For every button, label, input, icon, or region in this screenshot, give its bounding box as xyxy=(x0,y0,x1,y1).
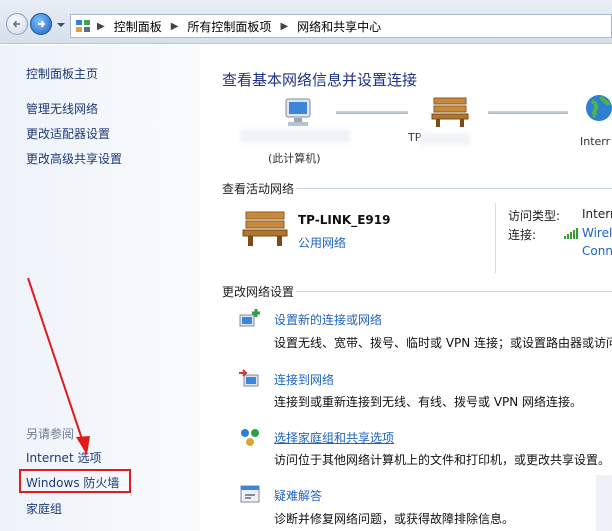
new-connection-icon xyxy=(239,309,260,327)
homegroup-sharing-link[interactable]: 选择家庭组和共享选项 xyxy=(274,429,394,446)
back-button[interactable] xyxy=(6,13,28,35)
breadcrumb-separator: ▶ xyxy=(280,20,289,32)
this-computer-label: (此计算机) xyxy=(268,152,321,165)
blurred-computer-name xyxy=(240,129,350,143)
breadcrumb-item-network-center[interactable]: 网络和共享中心 xyxy=(297,18,381,35)
connection-line xyxy=(488,111,568,114)
main-content: 查看基本网络信息并设置连接 (此计算机) TP Interr 查看活动网络 TP… xyxy=(200,45,612,531)
setup-connection-description: 设置无线、宽带、拨号、临时或 VPN 连接；或设置路由器或访问 xyxy=(274,336,612,350)
computer-icon[interactable] xyxy=(280,97,316,131)
network-bench-icon[interactable] xyxy=(430,95,470,129)
change-settings-heading: 更改网络设置 xyxy=(222,285,295,299)
breadcrumb[interactable]: ▶ 控制面板 ▶ 所有控制面板项 ▶ 网络和共享中心 xyxy=(70,14,612,38)
setup-connection-link[interactable]: 设置新的连接或网络 xyxy=(274,311,382,328)
active-networks-heading: 查看活动网络 xyxy=(222,182,295,196)
access-type-label: 访问类型: xyxy=(508,209,561,223)
breadcrumb-item-control-panel[interactable]: 控制面板 xyxy=(114,18,162,35)
red-arrow-annotation xyxy=(27,277,90,455)
wireless-connection-link[interactable]: Wirel xyxy=(582,226,612,240)
forward-button[interactable] xyxy=(30,13,52,35)
breadcrumb-separator: ▶ xyxy=(170,20,179,32)
left-navigation-pane: 控制面板主页 管理无线网络 更改适配器设置 更改高级共享设置 另请参阅 Inte… xyxy=(0,45,200,531)
address-bar: ▶ 控制面板 ▶ 所有控制面板项 ▶ 网络和共享中心 xyxy=(0,0,612,44)
breadcrumb-item-all-items[interactable]: 所有控制面板项 xyxy=(187,18,271,35)
troubleshoot-link[interactable]: 疑难解答 xyxy=(274,487,322,504)
forward-arrow-icon xyxy=(38,20,46,28)
network-category-link[interactable]: 公用网络 xyxy=(298,234,346,251)
connect-to-network-description: 连接到或重新连接到无线、有线、拨号或 VPN 网络连接。 xyxy=(274,395,583,409)
connect-network-icon xyxy=(239,369,259,387)
recent-pages-icon[interactable] xyxy=(56,20,66,30)
active-network-name: TP-LINK_E919 xyxy=(298,213,391,227)
connect-to-network-link[interactable]: 连接到网络 xyxy=(274,371,334,388)
back-arrow-icon xyxy=(12,20,20,28)
access-type-value: Interr xyxy=(582,207,612,221)
control-panel-icon xyxy=(76,20,90,32)
connection-label: 连接: xyxy=(508,228,537,242)
page-title: 查看基本网络信息并设置连接 xyxy=(222,71,418,89)
internet-label: Interr xyxy=(580,135,611,148)
wifi-signal-icon xyxy=(564,228,578,239)
homegroup-sharing-description: 访问位于其他网络计算机上的文件和打印机，或更改共享设置。 xyxy=(274,453,611,467)
homegroup-sharing-icon xyxy=(241,429,259,446)
internet-globe-icon[interactable] xyxy=(584,93,612,123)
network-bench-icon xyxy=(242,211,288,246)
network-map: (此计算机) TP Interr xyxy=(200,93,612,173)
wireless-connection-link-cont[interactable]: Conn xyxy=(582,244,612,258)
divider xyxy=(495,203,496,273)
blurred-router-name xyxy=(420,133,470,145)
divider xyxy=(296,291,612,292)
troubleshoot-description: 诊断并修复网络问题，或获得故障排除信息。 xyxy=(274,512,515,526)
homegroup-link[interactable]: 家庭组 xyxy=(26,500,62,517)
connection-line xyxy=(336,111,408,114)
scrollbar[interactable] xyxy=(596,475,612,531)
windows-firewall-link[interactable]: Windows 防火墙 xyxy=(26,474,119,491)
divider xyxy=(296,188,612,189)
troubleshoot-icon xyxy=(240,485,260,503)
breadcrumb-separator: ▶ xyxy=(97,20,105,32)
